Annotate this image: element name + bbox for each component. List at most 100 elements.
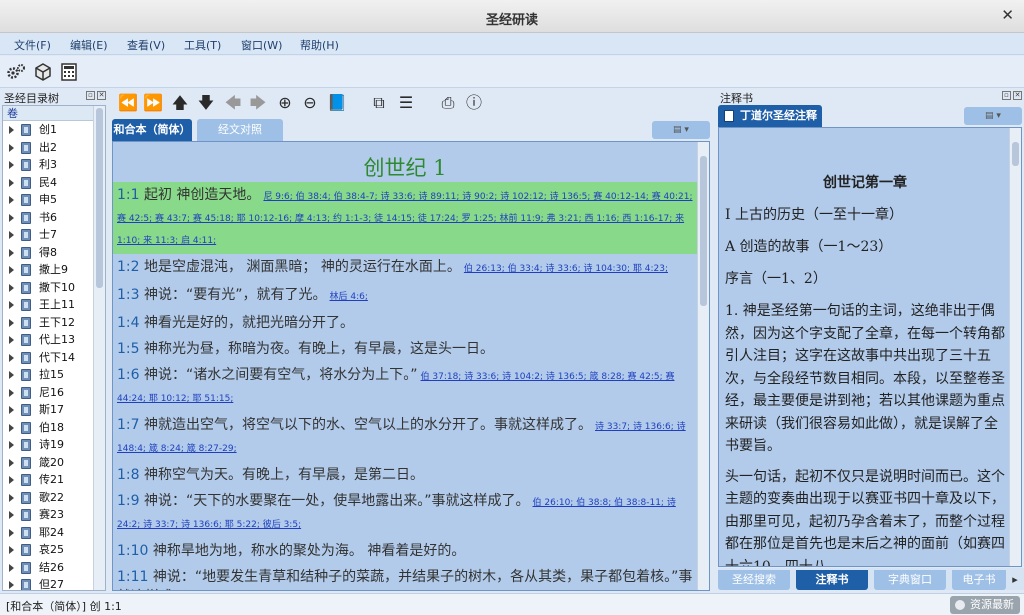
expand-arrow-icon[interactable] <box>9 318 14 327</box>
zoom-in-icon[interactable]: ⊕ <box>275 93 295 113</box>
tree-item[interactable]: 耶24 <box>3 524 105 542</box>
expand-arrow-icon[interactable] <box>9 493 14 502</box>
expand-arrow-icon[interactable] <box>9 458 14 467</box>
verse[interactable]: 1:11 神说：“地要发生青草和结种子的菜蔬，并结果子的树木，各从其类，果子都包… <box>113 564 698 590</box>
float-icon[interactable]: ▫ <box>86 91 95 100</box>
last-chapter-icon[interactable]: ⏩ <box>143 93 163 113</box>
back-icon[interactable]: 🡄 <box>223 93 243 113</box>
tree-scrollbar[interactable] <box>93 106 105 590</box>
tab-dictionary[interactable]: 字典窗口 <box>874 570 946 590</box>
menu-file[interactable]: 文件(F) <box>14 37 51 53</box>
first-chapter-icon[interactable]: ⏪ <box>118 93 138 113</box>
tree-item[interactable]: 书6 <box>3 209 105 227</box>
tree-item[interactable]: 拉15 <box>3 366 105 384</box>
close-pane-icon[interactable]: ✕ <box>97 91 106 100</box>
verse-number[interactable]: 1:6 <box>117 367 140 383</box>
menu-view[interactable]: 查看(V) <box>127 37 165 53</box>
tree-item[interactable]: 箴20 <box>3 454 105 472</box>
commentary-scrollbar[interactable] <box>1009 128 1021 566</box>
tab-bible-search[interactable]: 圣经搜索 <box>718 570 790 590</box>
expand-arrow-icon[interactable] <box>9 196 14 204</box>
bible-scrollbar[interactable] <box>697 142 709 590</box>
expand-arrow-icon[interactable] <box>9 301 14 309</box>
tree-item[interactable]: 创1 <box>3 121 105 139</box>
info-icon[interactable]: ⓘ <box>464 93 484 113</box>
verse-number[interactable]: 1:1 <box>117 187 140 203</box>
tab-hehe[interactable]: 和合本（简体） <box>112 119 192 141</box>
expand-arrow-icon[interactable] <box>9 213 14 222</box>
expand-arrow-icon[interactable] <box>9 248 14 257</box>
expand-arrow-icon[interactable] <box>9 388 14 397</box>
expand-arrow-icon[interactable] <box>9 528 14 537</box>
expand-arrow-icon[interactable] <box>9 143 14 152</box>
cross-reference-links[interactable]: 林后 4:6; <box>330 292 368 302</box>
expand-arrow-icon[interactable] <box>9 231 14 239</box>
menu-tools[interactable]: 工具(T) <box>184 37 221 53</box>
menu-window[interactable]: 窗口(W) <box>241 37 282 53</box>
verse[interactable]: 1:6 神说：“诸水之间要有空气，将水分为上下。” 伯 37:18; 诗 33:6… <box>113 362 698 412</box>
tree-item[interactable]: 得8 <box>3 244 105 262</box>
float-icon[interactable]: ▫ <box>1002 91 1011 100</box>
close-icon[interactable]: ✕ <box>1001 6 1014 24</box>
verse[interactable]: 1:7 神就造出空气，将空气以下的水、空气以上的水分开了。事就这样成了。诗 33… <box>113 412 698 462</box>
tree-item[interactable]: 代上13 <box>3 331 105 349</box>
tree-item[interactable]: 传21 <box>3 471 105 489</box>
menu-edit[interactable]: 编辑(E) <box>70 37 108 53</box>
expand-arrow-icon[interactable] <box>9 546 14 554</box>
tree-item[interactable]: 赛23 <box>3 506 105 524</box>
tree-scroll-thumb[interactable] <box>96 108 103 288</box>
verse-number[interactable]: 1:5 <box>117 341 140 357</box>
verse-number[interactable]: 1:3 <box>117 287 140 303</box>
close-pane-icon[interactable]: ✕ <box>1013 91 1022 100</box>
verse-number[interactable]: 1:4 <box>117 315 140 331</box>
expand-arrow-icon[interactable] <box>9 266 14 274</box>
books-icon[interactable]: 📘 <box>327 93 347 113</box>
verse[interactable]: 1:2 地是空虚混沌， 渊面黑暗； 神的灵运行在水面上。伯 26:13; 伯 3… <box>113 254 698 282</box>
expand-arrow-icon[interactable] <box>9 581 14 589</box>
expand-arrow-icon[interactable] <box>9 511 14 519</box>
expand-arrow-icon[interactable] <box>9 441 14 449</box>
verse[interactable]: 1:8 神称空气为天。有晚上，有早晨，是第二日。 <box>113 462 698 488</box>
expand-arrow-icon[interactable] <box>9 371 14 379</box>
expand-arrow-icon[interactable] <box>9 283 14 292</box>
tree-item[interactable]: 斯17 <box>3 401 105 419</box>
verse-number[interactable]: 1:9 <box>117 493 140 509</box>
verse-number[interactable]: 1:11 <box>117 569 148 585</box>
verse[interactable]: 1:5 神称光为昼，称暗为夜。有晚上，有早晨，这是头一日。 <box>113 336 698 362</box>
verse[interactable]: 1:9 神说：“天下的水要聚在一处，使旱地露出来。”事就这样成了。伯 26:10… <box>113 488 698 538</box>
forward-icon[interactable]: 🡆 <box>248 93 268 113</box>
verse-number[interactable]: 1:7 <box>117 417 140 433</box>
expand-arrow-icon[interactable] <box>9 336 14 344</box>
gears-icon[interactable] <box>6 62 26 82</box>
commentary-scroll-thumb[interactable] <box>1012 142 1019 166</box>
cube-icon[interactable] <box>33 62 53 82</box>
tree-item[interactable]: 代下14 <box>3 349 105 367</box>
verse-number[interactable]: 1:2 <box>117 259 140 275</box>
menu-help[interactable]: 帮助(H) <box>300 37 339 53</box>
print-icon[interactable]: ⎙ <box>438 93 458 113</box>
tree-item[interactable]: 士7 <box>3 226 105 244</box>
tree-item[interactable]: 撒上9 <box>3 261 105 279</box>
tree-item[interactable]: 申5 <box>3 191 105 209</box>
expand-arrow-icon[interactable] <box>9 476 14 484</box>
expand-arrow-icon[interactable] <box>9 423 14 432</box>
tab-compare[interactable]: 经文对照 <box>197 119 283 141</box>
tree-item[interactable]: 诗19 <box>3 436 105 454</box>
bible-scroll-thumb[interactable] <box>700 156 707 306</box>
status-resources[interactable]: 资源最新 <box>950 596 1020 614</box>
tab-menu-button[interactable]: ▤ ▾ <box>652 121 710 139</box>
tab-commentary[interactable]: 丁道尔圣经注释 <box>718 105 822 127</box>
verse[interactable]: 1:1 起初 神创造天地。尼 9:6; 伯 38:4; 伯 38:4-7; 诗 … <box>113 182 698 254</box>
tree-item[interactable]: 尼16 <box>3 384 105 402</box>
tree-item[interactable]: 伯18 <box>3 419 105 437</box>
verse[interactable]: 1:10 神称旱地为地，称水的聚处为海。 神看着是好的。 <box>113 538 698 564</box>
tree-item[interactable]: 民4 <box>3 174 105 192</box>
expand-arrow-icon[interactable] <box>9 353 14 362</box>
list-icon[interactable]: ☰ <box>396 93 416 113</box>
tree-item[interactable]: 王下12 <box>3 314 105 332</box>
verse[interactable]: 1:3 神说：“要有光”，就有了光。 林后 4:6; <box>113 282 698 310</box>
tree-item[interactable]: 歌22 <box>3 489 105 507</box>
zoom-out-icon[interactable]: ⊖ <box>300 93 320 113</box>
tree-item[interactable]: 撒下10 <box>3 279 105 297</box>
arrow-down-icon[interactable]: 🡇 <box>196 93 216 113</box>
